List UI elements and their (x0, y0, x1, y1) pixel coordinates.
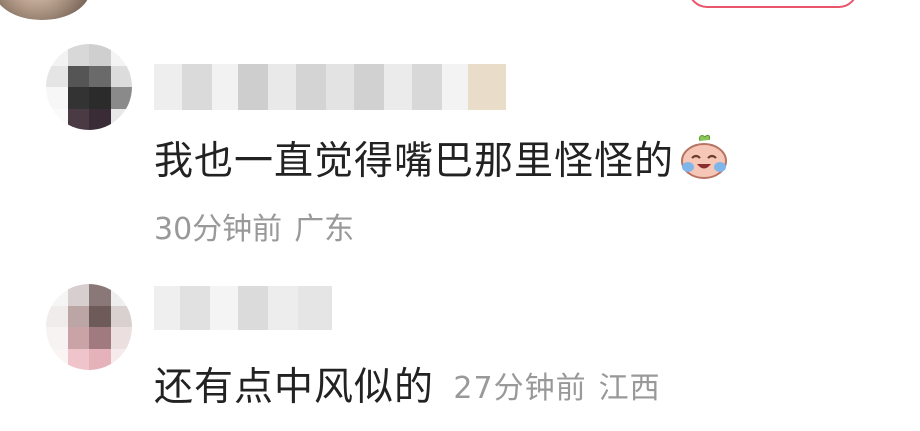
laughing-crying-emoji-icon (678, 134, 730, 190)
comment-text-content: 还有点中风似的 (154, 365, 435, 410)
comment-item: 还有点中风似的 27分钟前 江西 (0, 250, 920, 431)
comment-location: 江西 (598, 371, 661, 406)
comment-text: 还有点中风似的 27分钟前 江西 (154, 356, 660, 412)
comment-time: 27分钟前 (453, 371, 587, 406)
comment-meta: 30分钟前 广东 (154, 204, 354, 248)
comment-location: 广东 (294, 212, 355, 247)
username-blurred[interactable] (154, 64, 506, 110)
comment-text-content: 我也一直觉得嘴巴那里怪怪的 (154, 139, 675, 184)
comment-time: 30分钟前 (154, 212, 283, 247)
comment-meta: 27分钟前 江西 (453, 371, 660, 406)
avatar[interactable] (46, 44, 132, 130)
avatar[interactable] (46, 284, 132, 370)
username-blurred[interactable] (154, 286, 332, 330)
comment-text: 我也一直觉得嘴巴那里怪怪的 (154, 130, 730, 190)
comment-item: 我也一直觉得嘴巴那里怪怪的 30分钟前 广东 (0, 0, 920, 250)
